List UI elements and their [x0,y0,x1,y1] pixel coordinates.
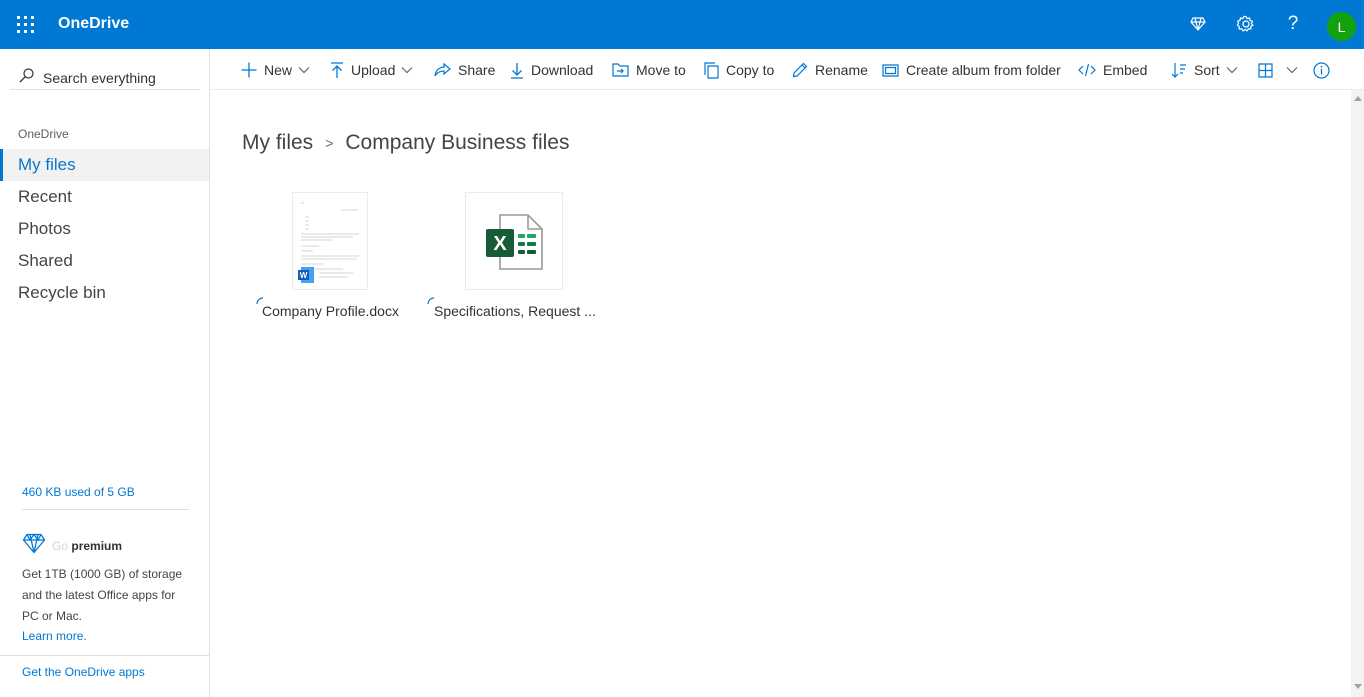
new-button[interactable]: New [241,60,317,80]
breadcrumb-separator-icon: > [325,135,334,151]
upload-button[interactable]: Upload [330,60,420,80]
move-to-icon [612,63,629,77]
download-label: Download [531,62,594,78]
nav-section-heading: OneDrive [18,127,69,141]
sort-button[interactable]: Sort [1171,60,1245,80]
nav-item-recent[interactable]: Recent [0,181,209,213]
search-box[interactable]: Search everything [10,57,200,90]
file-name[interactable]: Company Profile.docx [262,303,399,319]
help-icon[interactable]: ? [1281,12,1305,36]
move-to-button[interactable]: Move to [612,60,686,80]
vertical-scrollbar[interactable] [1351,90,1364,697]
suite-header: OneDrive ? L [0,0,1364,49]
upload-icon [331,61,343,78]
app-launcher-icon[interactable] [17,16,34,33]
scroll-down-arrow-icon[interactable] [1354,684,1362,689]
upload-label: Upload [351,62,396,78]
svg-text:W: W [300,271,308,280]
word-icon: W [298,267,314,283]
plus-icon [241,62,257,78]
nav-item-recycle-bin[interactable]: Recycle bin [0,277,209,309]
scroll-up-arrow-icon[interactable] [1354,96,1362,101]
info-button[interactable] [1313,60,1337,80]
chevron-down-icon [298,67,310,74]
album-icon [882,63,899,77]
chevron-down-icon [1226,67,1238,74]
get-apps-link[interactable]: Get the OneDrive apps [22,665,145,679]
diamond-icon[interactable] [1186,12,1210,36]
share-icon [434,62,451,76]
apps-divider [0,655,209,656]
search-input[interactable]: Search everything [43,70,156,86]
move-to-label: Move to [636,62,686,78]
breadcrumb: My files > Company Business files [242,131,569,155]
settings-gear-icon[interactable] [1234,12,1258,36]
new-label: New [264,62,293,78]
sort-icon [1171,63,1186,78]
create-album-button[interactable]: Create album from folder [882,60,1061,80]
share-button[interactable]: Share [434,60,495,80]
app-title[interactable]: OneDrive [58,15,129,33]
premium-title: Go premium [52,539,123,553]
sort-label: Sort [1194,62,1220,78]
file-tile[interactable]: X Specifications, Request ... [427,192,597,332]
chevron-down-icon [401,67,413,74]
copy-icon [704,61,719,79]
info-icon [1313,61,1330,79]
storage-divider [22,509,189,510]
user-avatar[interactable]: L [1327,12,1356,41]
download-icon [511,62,523,79]
search-icon [19,68,34,83]
embed-button[interactable]: Embed [1078,60,1147,80]
share-label: Share [458,62,496,78]
file-name[interactable]: Specifications, Request ... [434,303,596,319]
command-bar: New Upload Share Download Move to Copy t… [210,49,1364,90]
storage-usage-link[interactable]: 460 KB used of 5 GB [22,485,135,499]
breadcrumb-current: Company Business files [345,131,570,154]
pencil-icon [792,62,808,78]
nav-item-shared[interactable]: Shared [0,245,209,277]
left-navigation: Search everything OneDrive My files Rece… [0,49,210,697]
file-thumbnail[interactable]: X [465,192,563,290]
nav-item-my-files[interactable]: My files [0,149,209,181]
chevron-down-icon [1286,67,1298,74]
rename-button[interactable]: Rename [792,60,868,80]
svg-text:X: X [493,233,507,255]
breadcrumb-root[interactable]: My files [242,131,313,155]
file-tile[interactable]: W Company Profile.docx [256,192,406,332]
download-button[interactable]: Download [510,60,593,80]
view-options-button[interactable] [1258,60,1305,80]
embed-code-icon [1078,63,1096,77]
premium-diamond-icon [22,533,46,554]
copy-to-label: Copy to [726,62,775,78]
nav-item-photos[interactable]: Photos [0,213,209,245]
create-album-label: Create album from folder [906,62,1061,78]
rename-label: Rename [815,62,868,78]
embed-label: Embed [1103,62,1148,78]
premium-description: Get 1TB (1000 GB) of storage and the lat… [22,567,183,623]
grid-view-icon [1258,62,1273,78]
copy-to-button[interactable]: Copy to [704,60,774,80]
file-thumbnail[interactable]: W [292,192,368,290]
excel-icon: X [486,214,543,270]
learn-more-link[interactable]: Learn more. [22,629,87,643]
